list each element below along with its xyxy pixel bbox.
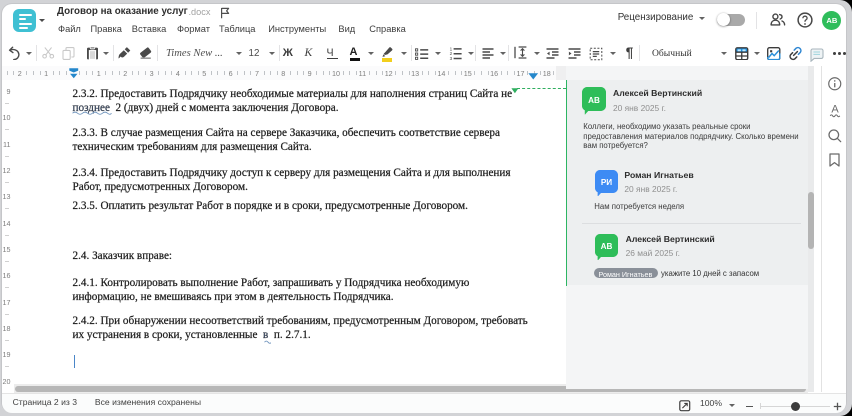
svg-text:А: А (831, 104, 839, 116)
svg-text:АВ: АВ (600, 242, 612, 251)
svg-text:РИ: РИ (601, 178, 612, 187)
svg-text:3: 3 (449, 56, 452, 60)
svg-text:АВ: АВ (588, 96, 600, 105)
